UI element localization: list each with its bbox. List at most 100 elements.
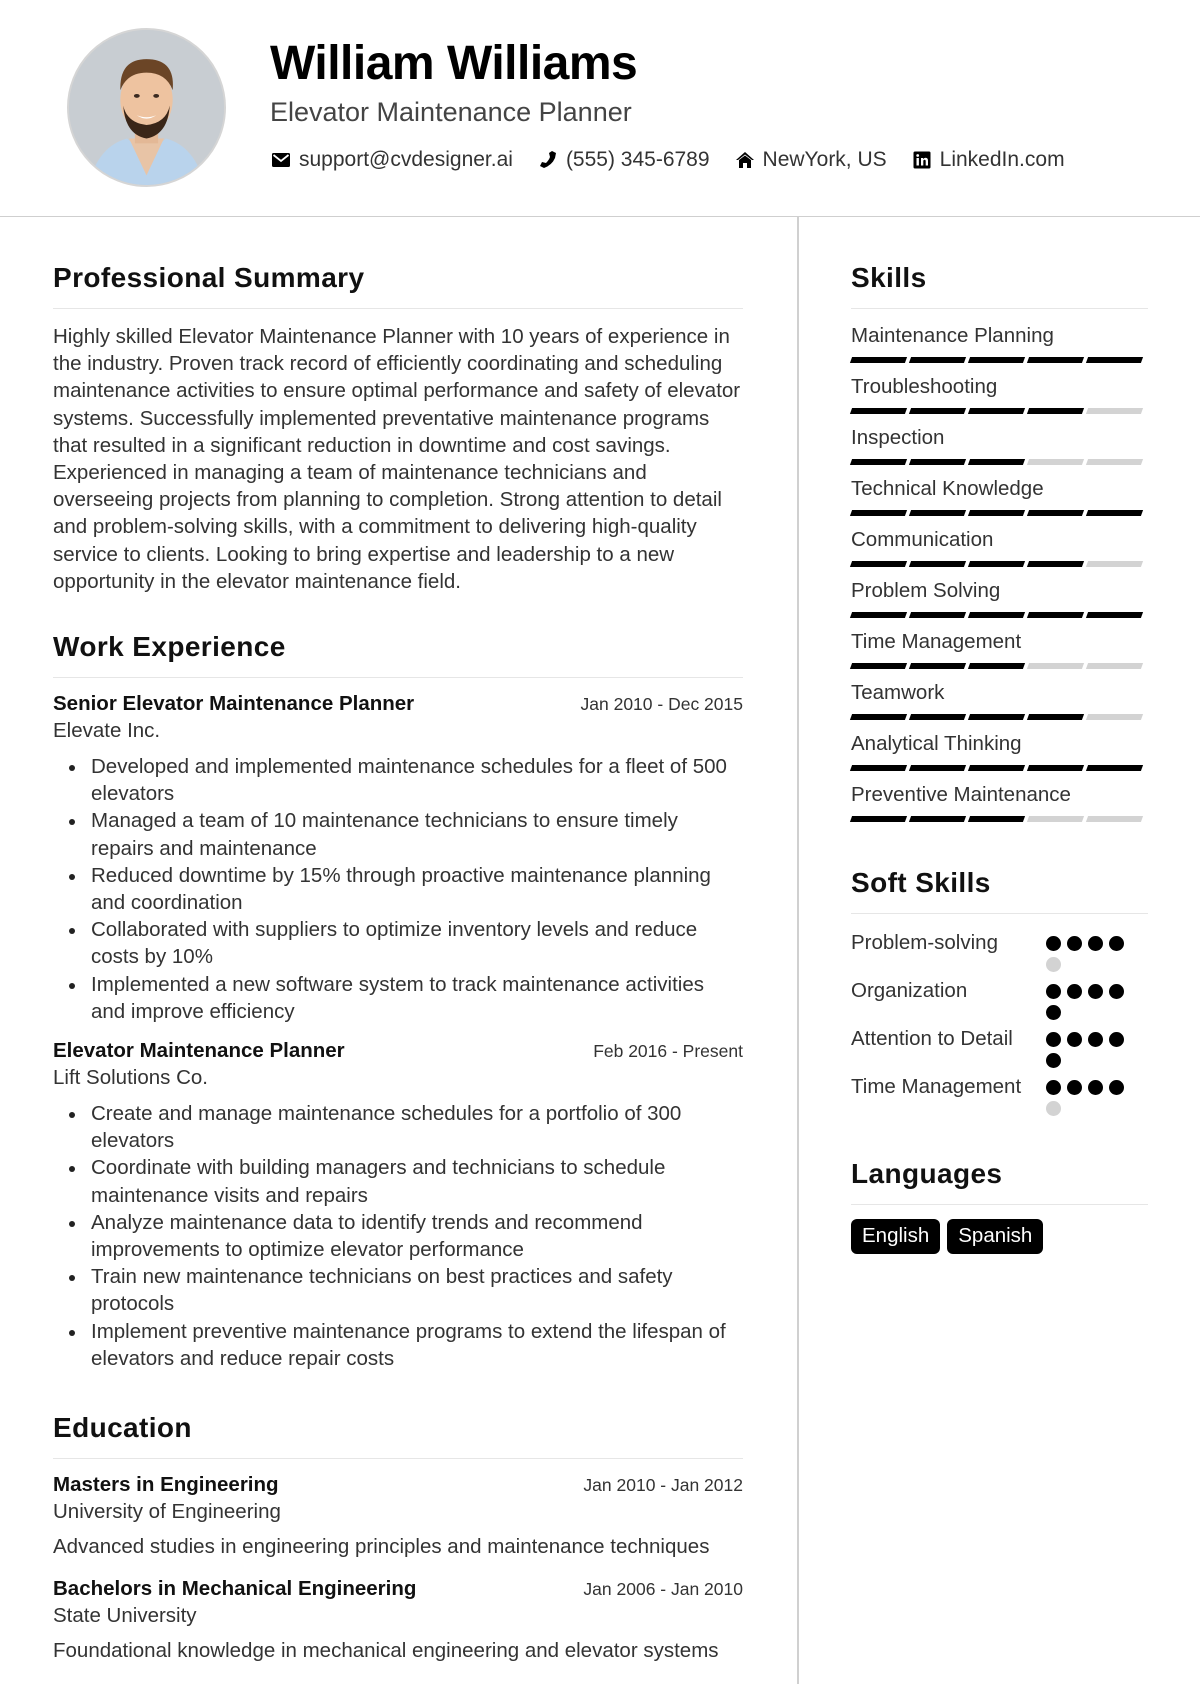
- rating-dot-filled: [1046, 984, 1061, 999]
- experience-heading: Work Experience: [53, 631, 743, 679]
- skill-segment-filled: [1026, 765, 1085, 771]
- rating-dot-filled: [1067, 1032, 1082, 1047]
- contact-list: support@cvdesigner.ai (555) 345-6789 New…: [270, 148, 1089, 172]
- envelope-icon: [270, 149, 292, 171]
- education-description: Advanced studies in engineering principl…: [53, 1535, 710, 1559]
- skill-segment-empty: [1085, 561, 1144, 567]
- skill-segment-filled: [967, 816, 1026, 822]
- skill-segment-filled: [1085, 612, 1144, 618]
- skill-segment-filled: [908, 612, 967, 618]
- skill-level-bar: [849, 612, 1148, 619]
- education-description: Foundational knowledge in mechanical eng…: [53, 1639, 719, 1663]
- home-icon: [734, 149, 756, 171]
- skill-segment-filled: [908, 357, 967, 363]
- soft-skills-heading: Soft Skills: [851, 867, 1148, 914]
- job-title: Elevator Maintenance Planner: [53, 1039, 345, 1063]
- education-entry: Masters in Engineering Jan 2010 - Jan 201…: [53, 1473, 743, 1559]
- sidebar-column: Skills Maintenance Planning Troubleshooti…: [849, 262, 1148, 1254]
- rating-dot-filled: [1088, 984, 1103, 999]
- rating-dot-filled: [1067, 1080, 1082, 1095]
- rating-dot-filled: [1088, 1032, 1103, 1047]
- education-school: University of Engineering: [53, 1500, 281, 1524]
- skill-segment-filled: [967, 510, 1026, 516]
- job-bullet: Developed and implemented maintenance sc…: [53, 753, 743, 807]
- education-list: Masters in Engineering Jan 2010 - Jan 201…: [53, 1473, 743, 1663]
- skill-item: Teamwork: [849, 680, 1148, 721]
- skill-segment-filled: [967, 459, 1026, 465]
- soft-skill-rating: [1046, 1024, 1130, 1068]
- skill-segment-filled: [849, 714, 908, 720]
- summary-text: Highly skilled Elevator Maintenance Plan…: [53, 325, 741, 593]
- contact-phone[interactable]: (555) 345-6789: [537, 148, 710, 172]
- profile-photo: [67, 28, 226, 187]
- main-column: Professional Summary Highly skilled Elev…: [53, 262, 743, 1681]
- linkedin-icon: [911, 149, 933, 171]
- skill-segment-filled: [849, 408, 908, 414]
- skill-item: Analytical Thinking: [849, 731, 1148, 772]
- job-bullets: Developed and implemented maintenance sc…: [53, 753, 743, 1025]
- skill-segment-filled: [849, 510, 908, 516]
- job-bullet: Managed a team of 10 maintenance technic…: [53, 807, 743, 861]
- soft-skill-item: Organization: [851, 976, 1148, 1020]
- soft-skills-list: Problem-solving Organization Attention to …: [851, 928, 1148, 1116]
- skill-segment-filled: [1026, 714, 1085, 720]
- contact-linkedin[interactable]: LinkedIn.com: [911, 148, 1065, 172]
- languages-heading: Languages: [851, 1158, 1148, 1205]
- contact-email[interactable]: support@cvdesigner.ai: [270, 148, 513, 172]
- skill-segment-filled: [849, 612, 908, 618]
- skill-name: Troubleshooting: [851, 375, 998, 398]
- soft-skill-item: Time Management: [851, 1072, 1148, 1116]
- skill-segment-filled: [967, 561, 1026, 567]
- job-company: Lift Solutions Co.: [53, 1066, 208, 1090]
- skill-name: Teamwork: [851, 681, 945, 704]
- job-company: Elevate Inc.: [53, 719, 161, 743]
- rating-dot-filled: [1046, 1032, 1061, 1047]
- skill-segment-filled: [1026, 408, 1085, 414]
- soft-skill-name: Organization: [851, 979, 968, 1002]
- rating-dot-filled: [1046, 1005, 1061, 1020]
- language-badge: Spanish: [947, 1219, 1044, 1254]
- rating-dot-filled: [1109, 984, 1124, 999]
- contact-location-text: NewYork, US: [762, 148, 887, 171]
- rating-dot-filled: [1067, 984, 1082, 999]
- education-dates: Jan 2010 - Jan 2012: [583, 1475, 743, 1496]
- skill-item: Preventive Maintenance: [849, 782, 1148, 823]
- soft-skills-section: Soft Skills Problem-solving Organization A…: [851, 867, 1148, 1116]
- contact-phone-text: (555) 345-6789: [565, 148, 710, 171]
- skill-segment-empty: [1085, 663, 1144, 669]
- rating-dot-empty: [1046, 957, 1061, 972]
- soft-skill-rating: [1046, 976, 1130, 1020]
- skill-segment-filled: [849, 459, 908, 465]
- experience-section: Work Experience Senior Elevator Maintena…: [53, 631, 743, 1372]
- skill-segment-filled: [1026, 612, 1085, 618]
- skill-name: Analytical Thinking: [851, 732, 1022, 755]
- skill-segment-filled: [967, 408, 1026, 414]
- skill-name: Preventive Maintenance: [851, 783, 1071, 806]
- skill-name: Technical Knowledge: [851, 477, 1044, 500]
- skills-list: Maintenance Planning Troubleshooting Inspe…: [849, 323, 1148, 823]
- education-header: Masters in Engineering Jan 2010 - Jan 201…: [53, 1473, 743, 1497]
- rating-dot-filled: [1046, 936, 1061, 951]
- skill-level-bar: [849, 561, 1148, 568]
- skill-name: Problem Solving: [851, 579, 1001, 602]
- language-badge: English: [851, 1219, 941, 1254]
- skill-segment-empty: [1085, 459, 1144, 465]
- contact-location: NewYork, US: [734, 148, 887, 172]
- candidate-name: William Williams: [270, 37, 638, 90]
- skill-name: Inspection: [851, 426, 945, 449]
- skill-segment-filled: [908, 765, 967, 771]
- soft-skill-item: Problem-solving: [851, 928, 1148, 972]
- skill-item: Communication: [849, 527, 1148, 568]
- job-dates: Jan 2010 - Dec 2015: [580, 694, 743, 715]
- skill-segment-empty: [1085, 816, 1144, 822]
- skill-level-bar: [849, 459, 1148, 466]
- skill-segment-filled: [908, 459, 967, 465]
- skill-level-bar: [849, 663, 1148, 670]
- skill-item: Maintenance Planning: [849, 323, 1148, 364]
- skill-name: Time Management: [851, 630, 1022, 653]
- skill-segment-filled: [1085, 510, 1144, 516]
- education-degree: Masters in Engineering: [53, 1473, 279, 1497]
- skill-item: Inspection: [849, 425, 1148, 466]
- soft-skill-item: Attention to Detail: [851, 1024, 1148, 1068]
- skill-level-bar: [849, 510, 1148, 517]
